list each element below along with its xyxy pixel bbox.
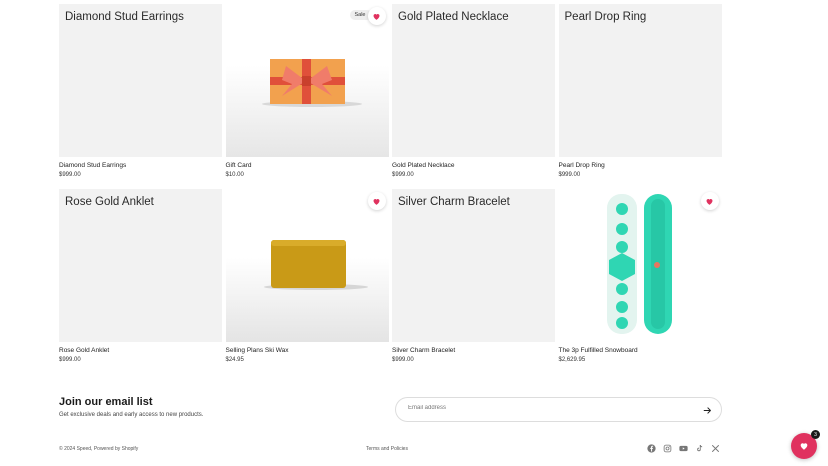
product-card[interactable]: Sale Gift Card $10.00 xyxy=(225,4,389,189)
product-image[interactable] xyxy=(225,189,389,342)
product-image[interactable]: Sale xyxy=(225,4,389,157)
product-card[interactable]: Rose Gold Anklet Rose Gold Anklet $999.0… xyxy=(59,189,222,374)
product-price: $2,629.95 xyxy=(558,357,586,363)
product-card[interactable]: Silver Charm Bracelet Silver Charm Brace… xyxy=(392,189,555,374)
placeholder-title: Silver Charm Bracelet xyxy=(398,196,510,208)
product-name[interactable]: Pearl Drop Ring xyxy=(559,162,722,169)
snowboard-image xyxy=(606,194,672,334)
product-image-placeholder[interactable]: Rose Gold Anklet xyxy=(59,189,222,342)
product-name[interactable]: Gift Card xyxy=(226,162,389,169)
subscribe-button[interactable] xyxy=(701,404,713,416)
heart-icon xyxy=(706,198,713,205)
product-price: $999.00 xyxy=(59,357,81,363)
product-price: $999.00 xyxy=(392,172,414,178)
placeholder-title: Pearl Drop Ring xyxy=(564,11,647,23)
product-image-placeholder[interactable]: Silver Charm Bracelet xyxy=(392,189,555,342)
newsletter-subtext: Get exclusive deals and early access to … xyxy=(59,412,204,418)
product-card[interactable]: Selling Plans Ski Wax $24.95 xyxy=(225,189,389,374)
tiktok-icon[interactable] xyxy=(694,443,704,453)
product-name[interactable]: Selling Plans Ski Wax xyxy=(226,347,389,354)
product-price: $999.00 xyxy=(59,172,81,178)
product-price: $24.95 xyxy=(225,357,244,363)
email-input[interactable] xyxy=(408,405,678,411)
product-price: $999.00 xyxy=(558,172,581,178)
product-card[interactable]: Pearl Drop Ring Pearl Drop Ring $999.00 xyxy=(558,4,722,189)
product-name[interactable]: The 3p Fulfilled Snowboard xyxy=(559,347,722,354)
gift-card-image xyxy=(261,59,362,107)
product-card[interactable]: Gold Plated Necklace Gold Plated Necklac… xyxy=(392,4,555,189)
product-image-placeholder[interactable]: Pearl Drop Ring xyxy=(558,4,722,157)
product-image-placeholder[interactable]: Diamond Stud Earrings xyxy=(59,4,222,157)
product-image-placeholder[interactable]: Gold Plated Necklace xyxy=(392,4,555,157)
facebook-icon[interactable] xyxy=(646,443,656,453)
instagram-icon[interactable] xyxy=(662,443,672,453)
footer-copyright: © 2024 Speed, Powered by Shopify xyxy=(59,446,139,452)
social-links xyxy=(646,443,720,453)
heart-icon xyxy=(373,198,380,205)
heart-icon xyxy=(373,13,380,20)
product-price: $999.00 xyxy=(392,357,414,363)
product-name[interactable]: Diamond Stud Earrings xyxy=(59,162,222,169)
newsletter-heading: Join our email list xyxy=(59,396,153,408)
wishlist-button[interactable] xyxy=(367,192,386,210)
terms-policies-link[interactable]: Terms and Policies xyxy=(366,446,408,452)
wishlist-count-badge: 3 xyxy=(811,430,820,439)
wishlist-button[interactable] xyxy=(367,7,386,25)
placeholder-title: Gold Plated Necklace xyxy=(398,11,509,23)
arrow-right-icon xyxy=(703,406,711,414)
product-name[interactable]: Silver Charm Bracelet xyxy=(392,347,555,354)
email-signup-form xyxy=(395,397,722,422)
product-card[interactable]: Diamond Stud Earrings Diamond Stud Earri… xyxy=(59,4,222,189)
wishlist-floating-button[interactable]: 3 xyxy=(791,430,820,459)
youtube-icon[interactable] xyxy=(678,443,688,453)
newsletter-section: Join our email list Get exclusive deals … xyxy=(59,396,203,418)
placeholder-title: Rose Gold Anklet xyxy=(65,196,154,208)
product-grid: Diamond Stud Earrings Diamond Stud Earri… xyxy=(59,4,722,374)
product-name[interactable]: Rose Gold Anklet xyxy=(59,347,222,354)
heart-icon xyxy=(800,443,808,450)
product-image[interactable] xyxy=(558,189,722,342)
product-card[interactable]: The 3p Fulfilled Snowboard $2,629.95 xyxy=(558,189,722,374)
ski-wax-image xyxy=(263,240,368,290)
product-name[interactable]: Gold Plated Necklace xyxy=(392,162,555,169)
placeholder-title: Diamond Stud Earrings xyxy=(65,11,184,23)
product-price: $10.00 xyxy=(225,172,244,178)
wishlist-button[interactable] xyxy=(700,192,719,210)
x-icon[interactable] xyxy=(710,443,720,453)
